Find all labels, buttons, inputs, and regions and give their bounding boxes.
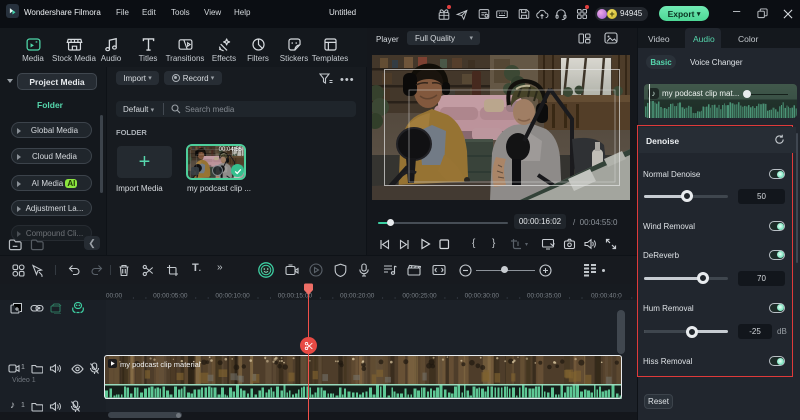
svg-text:00:00:10:00: 00:00:10:00 bbox=[215, 293, 250, 300]
svg-text:00:00:05:00: 00:00:05:00 bbox=[153, 293, 188, 300]
svg-text:00:00:25:00: 00:00:25:00 bbox=[402, 293, 437, 300]
svg-text:00:00:35:00: 00:00:35:00 bbox=[527, 293, 562, 300]
svg-text:00:00:30:00: 00:00:30:00 bbox=[465, 293, 500, 300]
svg-text:00:00: 00:00 bbox=[106, 293, 123, 300]
svg-text:my podcast clip material: my podcast clip material bbox=[120, 360, 201, 369]
svg-text:00:00:40:0: 00:00:40:0 bbox=[591, 293, 622, 300]
svg-text:00:00:20:00: 00:00:20:00 bbox=[340, 293, 375, 300]
